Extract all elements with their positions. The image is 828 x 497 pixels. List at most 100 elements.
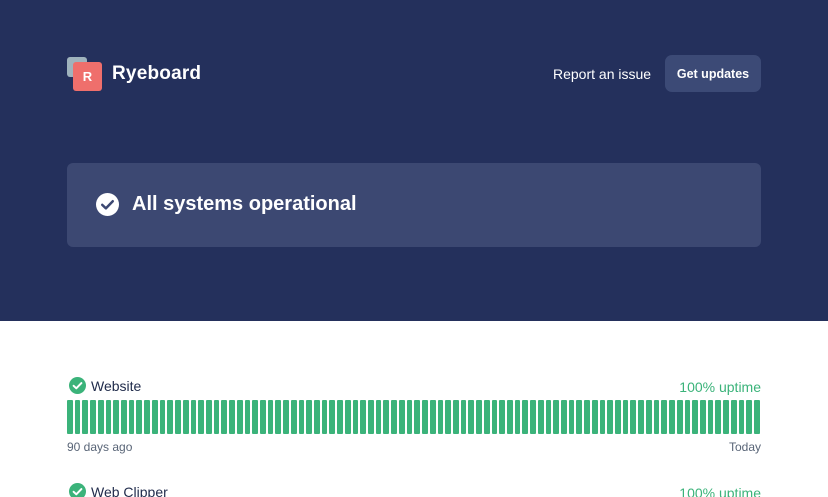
uptime-day-bar[interactable] <box>144 400 150 434</box>
uptime-day-bar[interactable] <box>483 400 490 434</box>
uptime-day-bar[interactable] <box>205 400 212 434</box>
uptime-percentage: 100% uptime <box>679 379 761 395</box>
uptime-day-bar[interactable] <box>584 400 590 434</box>
uptime-day-bar[interactable] <box>615 400 621 434</box>
uptime-day-bar[interactable] <box>151 400 158 434</box>
ryeboard-logo[interactable]: R <box>67 57 103 93</box>
uptime-day-bar[interactable] <box>568 400 575 434</box>
uptime-day-bar[interactable] <box>622 400 629 434</box>
uptime-day-bar[interactable] <box>352 400 359 434</box>
uptime-day-bar[interactable] <box>645 400 652 434</box>
uptime-day-bar[interactable] <box>491 400 498 434</box>
uptime-day-bar[interactable] <box>182 400 189 434</box>
uptime-day-bar[interactable] <box>329 400 336 434</box>
uptime-day-bar[interactable] <box>553 400 559 434</box>
uptime-day-bar[interactable] <box>692 400 698 434</box>
uptime-day-bar[interactable] <box>159 400 166 434</box>
uptime-day-bar[interactable] <box>398 400 405 434</box>
uptime-day-bar[interactable] <box>190 400 197 434</box>
uptime-day-bar[interactable] <box>707 400 714 434</box>
uptime-day-bar[interactable] <box>306 400 312 434</box>
uptime-day-bar[interactable] <box>360 400 367 434</box>
uptime-day-bar[interactable] <box>452 400 459 434</box>
uptime-day-bar[interactable] <box>638 400 644 434</box>
uptime-day-bar[interactable] <box>630 400 637 434</box>
component-header: Website 100% uptime <box>67 377 761 397</box>
uptime-day-bar[interactable] <box>198 400 204 434</box>
uptime-day-bar[interactable] <box>653 400 660 434</box>
uptime-day-bar[interactable] <box>746 400 752 434</box>
uptime-day-bar[interactable] <box>684 400 691 434</box>
uptime-day-bar[interactable] <box>699 400 706 434</box>
uptime-day-bar[interactable] <box>275 400 282 434</box>
uptime-day-bar[interactable] <box>344 400 351 434</box>
uptime-day-bar[interactable] <box>530 400 536 434</box>
get-updates-button[interactable]: Get updates <box>665 55 761 92</box>
uptime-day-bar[interactable] <box>229 400 235 434</box>
axis-start-label: 90 days ago <box>67 440 133 454</box>
uptime-day-bar[interactable] <box>753 400 760 434</box>
uptime-day-bar[interactable] <box>368 400 374 434</box>
uptime-day-bar[interactable] <box>738 400 745 434</box>
report-issue-link[interactable]: Report an issue <box>553 66 651 82</box>
uptime-day-bar[interactable] <box>406 400 413 434</box>
uptime-day-bar[interactable] <box>236 400 243 434</box>
uptime-day-bar[interactable] <box>522 400 529 434</box>
uptime-day-bar[interactable] <box>259 400 266 434</box>
uptime-day-bar[interactable] <box>90 400 96 434</box>
uptime-day-bar[interactable] <box>113 400 120 434</box>
uptime-day-bar[interactable] <box>468 400 475 434</box>
uptime-day-bar[interactable] <box>290 400 297 434</box>
uptime-day-bar[interactable] <box>383 400 390 434</box>
uptime-day-bar[interactable] <box>607 400 614 434</box>
uptime-day-bar[interactable] <box>128 400 135 434</box>
uptime-day-bar[interactable] <box>422 400 428 434</box>
uptime-day-bar[interactable] <box>314 400 320 434</box>
uptime-day-bar[interactable] <box>506 400 513 434</box>
uptime-day-bar[interactable] <box>730 400 737 434</box>
uptime-day-bar[interactable] <box>175 400 181 434</box>
uptime-day-bar[interactable] <box>576 400 583 434</box>
uptime-day-bar[interactable] <box>244 400 251 434</box>
uptime-day-bar[interactable] <box>661 400 668 434</box>
uptime-day-bar[interactable] <box>445 400 451 434</box>
uptime-day-bar[interactable] <box>375 400 382 434</box>
uptime-day-bar[interactable] <box>514 400 521 434</box>
uptime-day-bar[interactable] <box>105 400 112 434</box>
uptime-day-bar[interactable] <box>221 400 228 434</box>
uptime-day-bar[interactable] <box>67 400 73 434</box>
uptime-day-bar[interactable] <box>321 400 328 434</box>
uptime-day-bar[interactable] <box>460 400 467 434</box>
uptime-day-bar[interactable] <box>715 400 722 434</box>
uptime-day-bar[interactable] <box>545 400 552 434</box>
uptime-day-bar[interactable] <box>723 400 729 434</box>
axis-end-label: Today <box>728 440 761 454</box>
uptime-day-bar[interactable] <box>561 400 567 434</box>
uptime-day-bar[interactable] <box>414 400 421 434</box>
brand-name[interactable]: Ryeboard <box>112 63 201 85</box>
uptime-day-bar[interactable] <box>669 400 675 434</box>
uptime-day-bar[interactable] <box>267 400 274 434</box>
uptime-day-bar[interactable] <box>82 400 89 434</box>
uptime-day-bar[interactable] <box>337 400 343 434</box>
uptime-day-bar[interactable] <box>599 400 606 434</box>
uptime-day-bar[interactable] <box>97 400 104 434</box>
uptime-day-bar[interactable] <box>476 400 482 434</box>
uptime-day-bar[interactable] <box>136 400 143 434</box>
uptime-day-bar[interactable] <box>499 400 505 434</box>
uptime-day-bar[interactable] <box>252 400 258 434</box>
uptime-day-bar[interactable] <box>391 400 397 434</box>
uptime-day-bar[interactable] <box>429 400 436 434</box>
uptime-day-bar[interactable] <box>213 400 220 434</box>
uptime-day-bar[interactable] <box>676 400 683 434</box>
uptime-day-bar[interactable] <box>283 400 289 434</box>
uptime-day-bar[interactable] <box>121 400 127 434</box>
uptime-day-bar[interactable] <box>298 400 305 434</box>
uptime-day-bar[interactable] <box>591 400 598 434</box>
uptime-day-bar[interactable] <box>537 400 544 434</box>
uptime-bars <box>67 400 760 434</box>
uptime-day-bar[interactable] <box>437 400 444 434</box>
uptime-day-bar[interactable] <box>167 400 174 434</box>
check-circle-icon <box>69 483 86 497</box>
uptime-day-bar[interactable] <box>74 400 81 434</box>
